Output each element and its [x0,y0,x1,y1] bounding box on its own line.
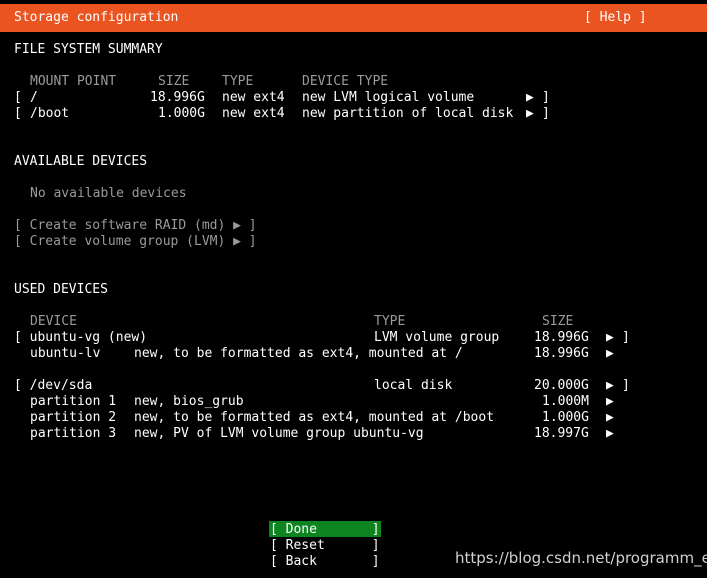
fs-header-mount: MOUNT POINT [30,74,117,89]
used-header-device: DEVICE [30,314,77,329]
row-close-bracket: ] [542,90,550,105]
expand-arrow-icon[interactable]: ▶ [526,90,534,106]
reset-button[interactable]: [ Reset ] [270,538,380,554]
used-row-ubuntu-vg[interactable]: [ ubuntu-vg (new) LVM volume group 18.99… [0,330,707,346]
used-row-dev-sda[interactable]: [ /dev/sda local disk 20.000G ▶ ] [0,378,707,394]
available-devices-heading: AVAILABLE DEVICES [14,154,148,169]
fs-header-type: TYPE [222,74,254,89]
row-close-bracket: ] [542,106,550,121]
help-button[interactable]: [ Help ] [584,10,647,26]
used-row-ubuntu-lv[interactable]: ubuntu-lv new, to be formatted as ext4, … [0,346,707,362]
used-devices-heading: USED DEVICES [14,282,108,297]
device-type: local disk [374,378,453,393]
device-type: new LVM logical volume [302,90,475,105]
no-devices-text: No available devices [30,186,187,201]
window-title: Storage configuration [14,10,179,25]
mount-point: / [30,90,38,105]
device-size: 20.000G [534,378,589,393]
fs-row-root[interactable]: [ / 18.996G new ext4 new LVM logical vol… [0,90,707,106]
device-size: 18.996G [534,346,589,361]
expand-arrow-icon[interactable]: ▶ [526,106,534,122]
device-size: 18.996G [534,330,589,345]
device-description: new, to be formatted as ext4, mounted at… [134,346,463,361]
device-type: new partition of local disk [302,106,514,121]
create-raid-button[interactable]: [ Create software RAID (md) ▶ ] [14,218,257,234]
device-name: partition 2 [30,410,117,425]
used-row-partition-2[interactable]: partition 2 new, to be formatted as ext4… [0,410,707,426]
used-row-partition-1[interactable]: partition 1 new, bios_grub 1.000M ▶ [0,394,707,410]
row-open-bracket: [ [14,90,22,105]
used-row-partition-3[interactable]: partition 3 new, PV of LVM volume group … [0,426,707,442]
device-size: 1.000G [542,410,589,425]
installer-screen: Storage configuration [ Help ] FILE SYST… [0,0,707,578]
fs-summary-heading: FILE SYSTEM SUMMARY [14,42,163,57]
device-name: [ ubuntu-vg (new) [14,330,148,345]
device-size: 18.997G [534,426,589,441]
expand-arrow-icon[interactable]: ▶ [606,394,614,410]
fs-size: 1.000G [158,106,205,121]
mount-point: /boot [30,106,70,121]
fs-size: 18.996G [150,90,205,105]
fs-row-boot[interactable]: [ /boot 1.000G new ext4 new partition of… [0,106,707,122]
fs-header-size: SIZE [158,74,190,89]
back-button[interactable]: [ Back ] [270,554,380,570]
fs-header-device-type: DEVICE TYPE [302,74,389,89]
expand-arrow-icon[interactable]: ▶ [606,330,614,346]
used-header-size: SIZE [542,314,574,329]
watermark: https://blog.csdn.net/programm_er [455,549,707,567]
device-name: [ /dev/sda [14,378,93,393]
device-name: ubuntu-lv [30,346,101,361]
expand-arrow-icon[interactable]: ▶ [606,410,614,426]
expand-arrow-icon[interactable]: ▶ [606,426,614,442]
device-name: partition 1 [30,394,117,409]
used-header-type: TYPE [374,314,406,329]
expand-arrow-icon[interactable]: ▶ [606,346,614,362]
row-close-bracket: ] [622,330,630,345]
device-type: LVM volume group [374,330,500,345]
device-description: new, bios_grub [134,394,244,409]
done-button[interactable]: [ Done ] [270,522,380,538]
device-name: partition 3 [30,426,117,441]
device-description: new, PV of LVM volume group ubuntu-vg [134,426,424,441]
row-close-bracket: ] [622,378,630,393]
fs-type: new ext4 [222,90,285,105]
device-description: new, to be formatted as ext4, mounted at… [134,410,495,425]
fs-type: new ext4 [222,106,285,121]
row-open-bracket: [ [14,106,22,121]
create-volume-group-button[interactable]: [ Create volume group (LVM) ▶ ] [14,234,257,250]
expand-arrow-icon[interactable]: ▶ [606,378,614,394]
device-size: 1.000M [542,394,589,409]
